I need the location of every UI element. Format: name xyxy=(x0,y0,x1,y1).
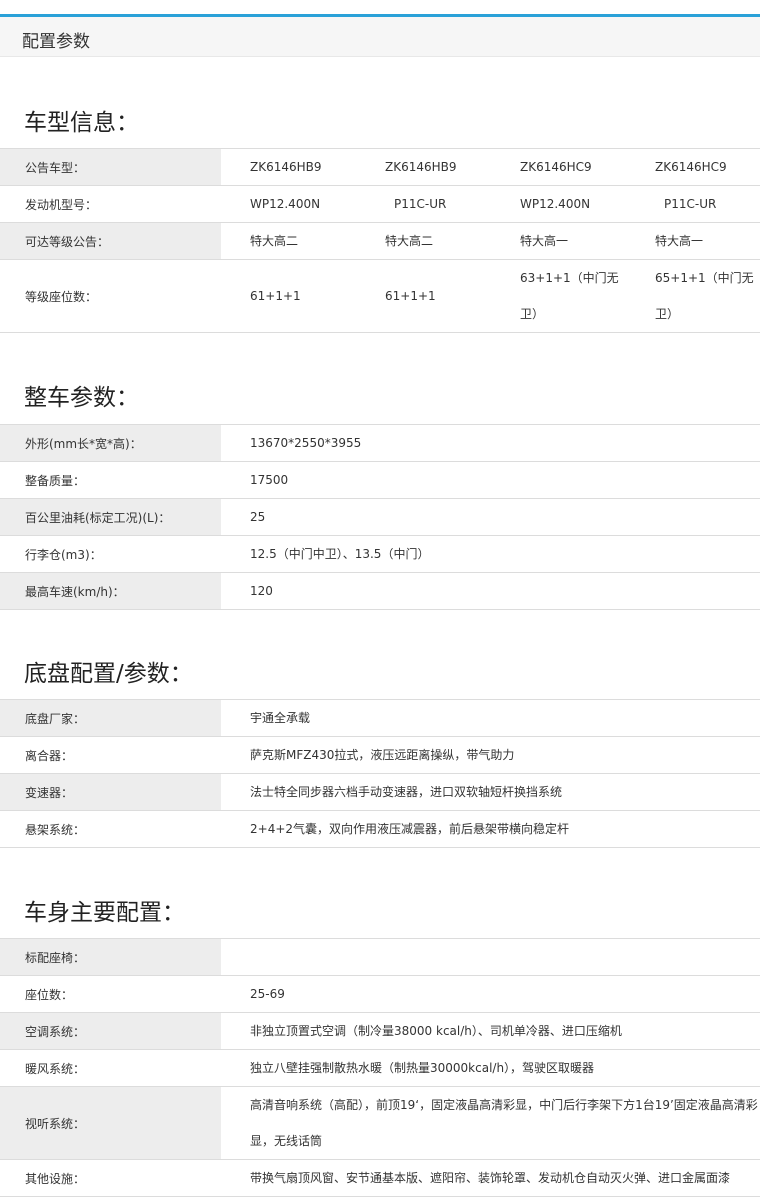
row-value xyxy=(250,939,760,975)
table-row: 等级座位数： 61+1+1 61+1+1 63+1+1（中门无卫） 65+1+1… xyxy=(0,260,760,333)
row-value: 120 xyxy=(250,584,273,598)
row-value: 25-69 xyxy=(250,987,285,1001)
body-config-heading: 车身主要配置： xyxy=(24,900,185,926)
row-label: 等级座位数： xyxy=(25,289,98,304)
row-value: 特大高一 xyxy=(655,234,704,248)
chassis-heading: 底盘配置/参数： xyxy=(24,661,193,687)
row-value: 2+4+2气囊，双向作用液压减震器，前后悬架带横向稳定杆 xyxy=(250,822,570,836)
table-row: 外形(mm长*宽*高)： 13670*2550*3955 xyxy=(0,425,760,462)
row-value: P11C-UR xyxy=(664,197,717,211)
row-label: 空调系统： xyxy=(0,1013,221,1049)
row-value: WP12.400N xyxy=(250,197,321,211)
table-row: 其他设施： 带换气扇顶风窗、安节通基本版、遮阳帘、装饰轮罩、发动机仓自动灭火弹、… xyxy=(0,1160,760,1197)
row-value: 65+1+1（中门无卫） xyxy=(655,271,754,321)
page-title: 配置参数 xyxy=(22,32,90,52)
table-row: 百公里油耗(标定工况)(L)： 25 xyxy=(0,499,760,536)
row-value: 61+1+1 xyxy=(385,289,436,303)
row-label: 其他设施： xyxy=(25,1171,86,1186)
row-value: 特大高二 xyxy=(250,234,299,248)
table-row: 发动机型号： WP12.400N P11C-UR WP12.400N P11C-… xyxy=(0,186,760,223)
table-row: 公告车型： ZK6146HB9 ZK6146HB9 ZK6146HC9 ZK61… xyxy=(0,149,760,186)
row-value: P11C-UR xyxy=(394,197,447,211)
row-label: 百公里油耗(标定工况)(L)： xyxy=(0,499,221,535)
row-value: 13670*2550*3955 xyxy=(250,436,362,450)
row-value: ZK6146HB9 xyxy=(385,160,457,174)
row-label: 发动机型号： xyxy=(25,197,98,212)
body-config-table: 标配座椅： 座位数： 25-69 空调系统： 非独立顶置式空调（制冷量38000… xyxy=(0,938,760,1197)
row-value: 61+1+1 xyxy=(250,289,301,303)
row-label: 公告车型： xyxy=(0,149,221,185)
whole-vehicle-heading: 整车参数： xyxy=(24,385,139,411)
row-label: 暖风系统： xyxy=(25,1061,86,1076)
table-row: 可达等级公告： 特大高二 特大高二 特大高一 特大高一 xyxy=(0,223,760,260)
chassis-table: 底盘厂家： 宇通全承载 离合器： 萨克斯MFZ430拉式，液压远距离操纵，带气助… xyxy=(0,699,760,848)
row-value: 63+1+1（中门无卫） xyxy=(520,271,619,321)
table-row: 暖风系统： 独立八壁挂强制散热水暖（制热量30000kcal/h），驾驶区取暖器 xyxy=(0,1050,760,1087)
table-row: 离合器： 萨克斯MFZ430拉式，液压远距离操纵，带气助力 xyxy=(0,737,760,774)
row-value: 12.5（中门中卫）、13.5（中门） xyxy=(250,547,430,561)
row-label: 可达等级公告： xyxy=(0,223,221,259)
table-row: 最高车速(km/h)： 120 xyxy=(0,573,760,610)
table-row: 变速器： 法士特全同步器六档手动变速器，进口双软轴短杆换挡系统 xyxy=(0,774,760,811)
row-label: 整备质量： xyxy=(25,473,86,488)
row-value: 带换气扇顶风窗、安节通基本版、遮阳帘、装饰轮罩、发动机仓自动灭火弹、进口金属面漆 xyxy=(250,1171,731,1185)
row-label: 外形(mm长*宽*高)： xyxy=(0,425,221,461)
vehicle-info-table: 公告车型： ZK6146HB9 ZK6146HB9 ZK6146HC9 ZK61… xyxy=(0,148,760,333)
row-label: 座位数： xyxy=(25,987,74,1002)
row-value: ZK6146HC9 xyxy=(655,160,727,174)
row-value: 特大高一 xyxy=(520,234,569,248)
row-value: ZK6146HC9 xyxy=(520,160,592,174)
table-row: 底盘厂家： 宇通全承载 xyxy=(0,700,760,737)
table-row: 悬架系统： 2+4+2气囊，双向作用液压减震器，前后悬架带横向稳定杆 xyxy=(0,811,760,848)
table-row: 整备质量： 17500 xyxy=(0,462,760,499)
row-value: 25 xyxy=(250,510,266,524)
row-value: 独立八壁挂强制散热水暖（制热量30000kcal/h），驾驶区取暖器 xyxy=(250,1061,595,1075)
row-value: 萨克斯MFZ430拉式，液压远距离操纵，带气助力 xyxy=(250,748,515,762)
row-label: 离合器： xyxy=(25,748,74,763)
row-value: 宇通全承载 xyxy=(250,711,311,725)
row-value: 17500 xyxy=(250,473,289,487)
row-label: 标配座椅： xyxy=(0,939,221,975)
page-header: 配置参数 xyxy=(0,17,760,57)
row-label: 悬架系统： xyxy=(25,822,86,837)
row-value: 法士特全同步器六档手动变速器，进口双软轴短杆换挡系统 xyxy=(250,785,563,799)
table-row: 视听系统： 高清音响系统（高配），前顶19‘，固定液晶高清彩显，中门后行李架下方… xyxy=(0,1087,760,1160)
table-row: 行李仓(m3)： 12.5（中门中卫）、13.5（中门） xyxy=(0,536,760,573)
whole-vehicle-table: 外形(mm长*宽*高)： 13670*2550*3955 整备质量： 17500… xyxy=(0,424,760,610)
table-row: 标配座椅： xyxy=(0,939,760,976)
row-value: ZK6146HB9 xyxy=(250,160,322,174)
row-label: 变速器： xyxy=(0,774,221,810)
vehicle-info-heading: 车型信息： xyxy=(24,110,139,136)
row-value: 高清音响系统（高配），前顶19‘，固定液晶高清彩显，中门后行李架下方1台19’固… xyxy=(250,1098,758,1148)
row-label: 行李仓(m3)： xyxy=(25,547,102,562)
row-label: 视听系统： xyxy=(0,1087,221,1159)
row-label: 底盘厂家： xyxy=(0,700,221,736)
row-value: WP12.400N xyxy=(520,197,591,211)
row-value: 特大高二 xyxy=(385,234,434,248)
row-value: 非独立顶置式空调（制冷量38000 kcal/h）、司机单冷器、进口压缩机 xyxy=(250,1024,622,1038)
row-label: 最高车速(km/h)： xyxy=(0,573,221,609)
table-row: 空调系统： 非独立顶置式空调（制冷量38000 kcal/h）、司机单冷器、进口… xyxy=(0,1013,760,1050)
table-row: 座位数： 25-69 xyxy=(0,976,760,1013)
